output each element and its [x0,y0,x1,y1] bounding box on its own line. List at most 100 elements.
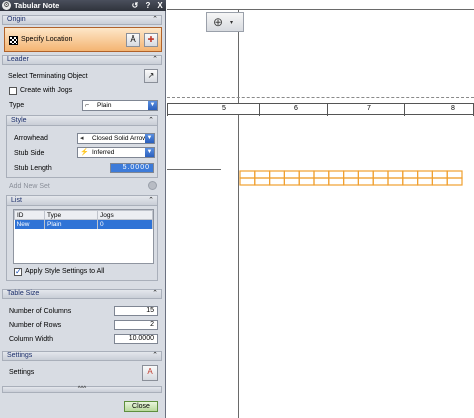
border-line-middle [167,169,221,170]
origin-section-header[interactable]: Origin ⌃ [2,15,162,25]
preview-table-cell [446,170,463,179]
checkered-flag-icon [9,36,18,45]
preview-table-cell [402,177,419,186]
settings-section-header[interactable]: Settings ⌃ [2,351,162,361]
ruler-number: 7 [367,105,371,112]
stub-side-dropdown[interactable]: ⚡ Inferred ▼ [77,147,155,158]
leader-list: ID Type Jogs New Plain 0 [13,209,154,264]
preview-table-cell [269,177,286,186]
table-cell-jogs: 0 [97,219,153,229]
settings-label: Settings [9,369,35,376]
preview-table-cell [283,177,300,186]
ruler-tick [404,104,405,116]
table-size-section-title: Table Size [7,290,40,297]
preview-table-cell [357,170,374,179]
close-button[interactable]: Close [124,401,158,412]
leader-list-header-row: ID Type Jogs [14,210,153,220]
drawing-canvas[interactable]: ⊕ ▾ 5 6 7 8 [167,0,474,418]
preview-table-cell [283,170,300,179]
table-size-section-header[interactable]: Table Size ⌃ [2,289,162,299]
column-width-label: Column Width [9,336,53,343]
preview-table-cell [342,177,359,186]
tabular-note-preview [239,170,463,186]
style-group-header[interactable]: Style ⌃ [7,116,157,126]
chevron-up-icon: ⌃ [148,197,154,204]
select-terminating-object-label: Select Terminating Object [8,73,88,80]
number-of-columns-input[interactable]: 15 [114,306,158,316]
stub-side-icon: ⚡ [80,149,89,156]
chevron-up-icon: ⌃ [152,352,158,359]
crosshair-icon: ⊕ [213,15,224,29]
column-header-id[interactable]: ID [14,210,45,220]
list-group-title: List [11,197,22,204]
column-header-type[interactable]: Type [44,210,98,220]
specify-location-row[interactable]: Specify Location Ā ✚ [4,27,162,52]
drawing-ruler: 5 6 7 8 [167,103,474,116]
preview-table-cell [313,177,330,186]
chevron-down-icon[interactable]: ▼ [145,148,154,157]
dialog-titlebar[interactable]: ⚙ Tabular Note ↺ ? X [0,0,166,11]
leader-section-header[interactable]: Leader ⌃ [2,55,162,65]
arrowhead-dropdown-value: Closed Solid Arrow [92,135,147,142]
chevron-up-icon: ⌃ [148,117,154,124]
arrowhead-label: Arrowhead [14,135,48,142]
preview-table-cell [254,170,271,179]
select-object-button[interactable]: ↗ [144,69,158,83]
add-new-set-label: Add New Set [9,183,50,190]
create-with-jogs-checkbox[interactable] [9,87,17,95]
preview-table-cell [298,177,315,186]
chevron-down-icon[interactable]: ▼ [148,101,157,110]
number-of-rows-input[interactable]: 2 [114,320,158,330]
preview-table-cell [328,177,345,186]
leader-section-title: Leader [7,56,29,63]
ruler-tick [167,104,168,116]
preview-table-cell [402,170,419,179]
preview-table-cell [372,170,389,179]
arrowhead-dropdown[interactable]: ◂ Closed Solid Arrow ▼ [77,133,155,144]
close-window-button[interactable]: X [155,1,165,10]
origin-section-title: Origin [7,16,26,23]
stub-length-input[interactable]: 5.0000 [110,163,154,173]
apply-style-settings-checkbox[interactable] [14,267,22,276]
reset-icon[interactable]: ↺ [130,1,140,10]
add-new-set-icon[interactable] [148,181,157,190]
table-cell-type: Plain [44,219,98,229]
apply-style-settings-label: Apply Style Settings to All [25,268,105,275]
snap-point-selector[interactable]: ⊕ ▾ [206,12,244,32]
preview-table-cell [239,177,256,186]
style-group-title: Style [11,117,27,124]
preview-table-cell [387,170,404,179]
table-row[interactable]: New Plain 0 [14,219,153,229]
specify-location-label: Specify Location [21,36,73,43]
preview-table-cell [417,170,434,179]
dialog-app-icon: ⚙ [2,1,11,10]
create-with-jogs-label: Create with Jogs [20,87,73,94]
stub-side-dropdown-value: Inferred [92,149,115,156]
ruler-number: 8 [451,105,455,112]
chevron-down-icon[interactable]: ▾ [230,19,233,26]
preview-table-cell [446,177,463,186]
border-line-top [167,9,474,10]
preview-table-cell [431,177,448,186]
chevron-up-icon: ⌃ [152,16,158,23]
column-width-input[interactable]: 10.0000 [114,334,158,344]
preview-table-cell [417,177,434,186]
point-constructor-icon[interactable]: ✚ [144,33,158,47]
help-button[interactable]: ? [143,1,153,10]
preview-table-cell [269,170,286,179]
origin-tool-button[interactable]: Ā [126,33,140,47]
type-dropdown-value: Plain [97,102,112,109]
plain-leader-icon: ⌐ [85,102,90,109]
border-line-lower [238,115,239,418]
type-dropdown[interactable]: ⌐ Plain ▼ [82,100,158,111]
dialog-title: Tabular Note [14,1,60,10]
preview-table-cell [313,170,330,179]
chevron-down-icon[interactable]: ▼ [145,134,154,143]
preview-table-cell [239,170,256,179]
expand-bar[interactable]: ^^^ [2,386,162,393]
style-settings-icon[interactable]: A [142,365,158,381]
chevron-up-icon: ⌃ [152,290,158,297]
list-group-header[interactable]: List ⌃ [7,196,157,206]
column-header-jogs[interactable]: Jogs [97,210,153,220]
closed-arrow-icon: ◂ [80,135,84,142]
